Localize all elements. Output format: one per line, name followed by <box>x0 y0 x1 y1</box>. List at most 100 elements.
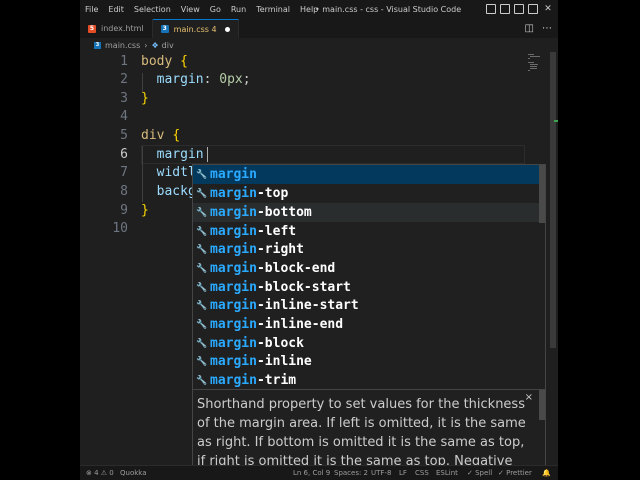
details-scrollbar-thumb[interactable] <box>539 390 545 420</box>
semicolon: ; <box>242 72 251 87</box>
toggle-secondary-sidebar-icon[interactable] <box>514 4 524 14</box>
window-controls: ✕ <box>486 4 554 15</box>
status-bar: ⊗ 4 ⚠ 0 Quokka Ln 6, Col 9 Spaces: 2 UTF… <box>80 465 558 480</box>
suggestion-item[interactable]: 🔧 margin -top <box>193 184 545 203</box>
menu-edit[interactable]: Edit <box>103 0 129 19</box>
code-line-7: widtl <box>141 165 196 180</box>
suggestion-rest: -right <box>256 242 304 257</box>
file-encoding[interactable]: UTF-8 <box>371 466 391 480</box>
close-brace: } <box>141 203 149 218</box>
toggle-primary-sidebar-icon[interactable] <box>486 4 496 14</box>
vertical-scrollbar-thumb[interactable] <box>550 52 556 348</box>
breadcrumb-file[interactable]: main.css <box>105 41 140 50</box>
eslint-status[interactable]: ESLint <box>436 466 458 480</box>
menu-bar: File Edit Selection View Go Run Terminal… <box>80 0 323 19</box>
tab-main-css[interactable]: 3 main.css 4 <box>152 19 239 38</box>
css-selector: body <box>141 54 173 69</box>
more-actions-icon[interactable]: ⋯ <box>542 22 552 35</box>
suggestion-rest: -block-end <box>256 261 336 276</box>
suggest-scrollbar-thumb[interactable] <box>539 165 545 223</box>
indentation[interactable]: Spaces: 2 <box>334 466 368 480</box>
suggestion-item[interactable]: 🔧 margin -trim <box>193 371 545 390</box>
breadcrumb: 3 main.css › ❖ div <box>80 38 174 52</box>
menu-view[interactable]: View <box>176 0 205 19</box>
line-number-current: 6 <box>120 147 128 162</box>
problems-indicator[interactable]: ⊗ 4 ⚠ 0 <box>86 466 114 480</box>
css-property: widtl <box>156 165 196 180</box>
property-icon: 🔧 <box>196 300 208 311</box>
menu-file[interactable]: File <box>80 0 103 19</box>
suggestion-item[interactable]: 🔧 margin -block-end <box>193 259 545 278</box>
window-title: • main.css - css - Visual Studio Code <box>315 5 462 14</box>
menu-selection[interactable]: Selection <box>129 0 176 19</box>
prettier-status[interactable]: ✓ Prettier <box>498 466 532 480</box>
suggestion-match: margin <box>210 167 257 182</box>
property-icon: 🔧 <box>196 282 208 293</box>
overview-ruler-mark <box>554 120 558 122</box>
cursor-position[interactable]: Ln 6, Col 9 <box>293 466 330 480</box>
close-icon[interactable]: × <box>525 392 533 403</box>
title-bar: File Edit Selection View Go Run Terminal… <box>80 0 558 19</box>
suggestion-rest: -bottom <box>256 205 312 220</box>
minimap-line <box>530 68 537 69</box>
code-line-1: body { <box>141 54 188 69</box>
suggestion-match: margin <box>210 224 257 239</box>
split-editor-icon[interactable]: ◫ <box>525 22 534 35</box>
suggestion-item[interactable]: 🔧 margin -right <box>193 240 545 259</box>
code-line-2: margin: 0px; <box>141 72 251 87</box>
suggestion-item[interactable]: 🔧 margin -block <box>193 334 545 353</box>
details-description: Shorthand property to set values for the… <box>197 397 526 467</box>
close-window-icon[interactable]: ✕ <box>542 4 554 15</box>
suggest-widget: 🔧 margin 🔧 margin -top 🔧 margin -bottom 🔧 marg… <box>192 164 546 390</box>
suggestion-item[interactable]: 🔧 margin -block-start <box>193 278 545 297</box>
suggestion-match: margin <box>210 354 257 369</box>
suggestion-item[interactable]: 🔧 margin -bottom <box>193 203 545 222</box>
suggestion-rest: -trim <box>256 373 297 388</box>
suggestion-item[interactable]: 🔧 margin -inline-start <box>193 296 545 315</box>
css-value: 0px <box>219 72 243 87</box>
bell-icon[interactable]: 🔔 <box>542 466 551 480</box>
line-number: 1 <box>120 54 128 69</box>
suggestion-item[interactable]: 🔧 margin -left <box>193 222 545 241</box>
menu-run[interactable]: Run <box>226 0 251 19</box>
toggle-panel-icon[interactable] <box>500 4 510 14</box>
symbol-icon: ❖ <box>151 40 159 50</box>
suggest-details: Shorthand property to set values for the… <box>192 389 546 467</box>
close-brace: } <box>141 91 149 106</box>
property-icon: 🔧 <box>196 375 208 386</box>
suggestion-item[interactable]: 🔧 margin <box>193 165 545 184</box>
breadcrumb-symbol[interactable]: div <box>162 41 174 50</box>
code-line-5: div { <box>141 128 180 143</box>
property-icon: 🔧 <box>196 263 208 274</box>
line-number: 9 <box>120 203 128 218</box>
tab-label: index.html <box>101 24 144 33</box>
language-mode[interactable]: CSS <box>415 466 429 480</box>
property-icon: 🔧 <box>196 244 208 255</box>
suggestion-item[interactable]: 🔧 margin -inline-end <box>193 315 545 334</box>
line-number: 4 <box>120 109 128 124</box>
minimap[interactable] <box>526 52 548 112</box>
menu-terminal[interactable]: Terminal <box>251 0 295 19</box>
unsaved-dot-icon[interactable] <box>224 26 230 32</box>
suggestion-rest: -left <box>256 224 297 239</box>
end-of-line[interactable]: LF <box>399 466 407 480</box>
line-number: 10 <box>112 221 128 236</box>
minimap-line <box>528 70 530 71</box>
breadcrumb-separator: › <box>144 40 148 50</box>
property-icon: 🔧 <box>196 319 208 330</box>
menu-go[interactable]: Go <box>205 0 226 19</box>
property-icon: 🔧 <box>196 169 208 180</box>
spell-status[interactable]: ✓ Spell <box>467 466 492 480</box>
customize-layout-icon[interactable] <box>528 4 538 14</box>
line-number: 8 <box>120 184 128 199</box>
minimap-line <box>530 56 540 57</box>
suggestion-match: margin <box>210 336 257 351</box>
quokka-status[interactable]: Quokka <box>120 466 147 480</box>
tab-index-html[interactable]: 5 index.html <box>80 19 153 38</box>
text-cursor <box>207 147 208 162</box>
tab-actions: ◫ ⋯ <box>525 22 552 35</box>
minimap-line <box>530 66 537 67</box>
code-line-3: } <box>141 91 149 106</box>
suggestion-item[interactable]: 🔧 margin -inline <box>193 352 545 371</box>
code-line-6: margin <box>141 147 204 162</box>
